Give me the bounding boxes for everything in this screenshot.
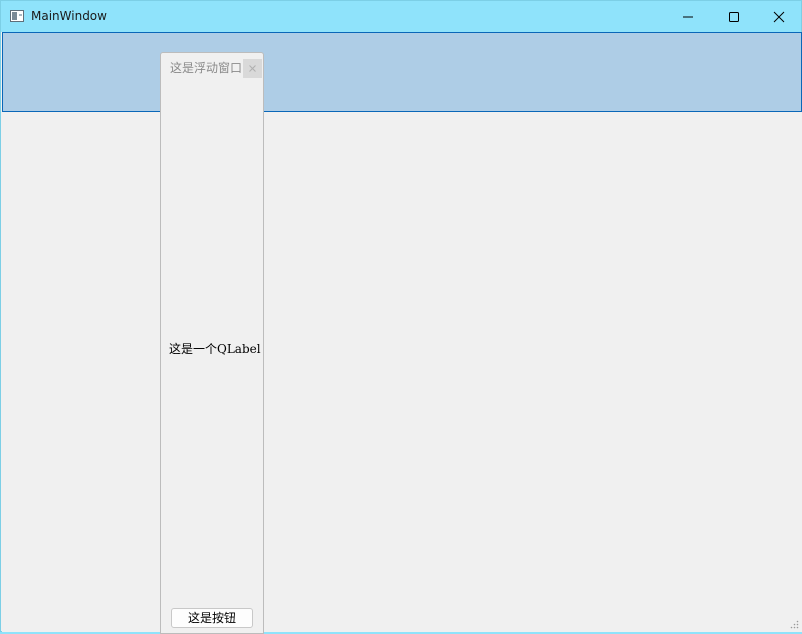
dock-title[interactable]: 这是浮动窗口 bbox=[170, 59, 242, 76]
title-bar[interactable]: MainWindow bbox=[1, 1, 801, 32]
window-title: MainWindow bbox=[31, 9, 107, 23]
close-icon bbox=[773, 11, 785, 23]
central-widget bbox=[2, 112, 802, 632]
app-window-icon bbox=[10, 10, 24, 22]
main-window: MainWindow bbox=[0, 0, 802, 632]
dock-push-button[interactable]: 这是按钮 bbox=[171, 608, 253, 628]
floating-dock-window[interactable]: 这是浮动窗口 这是一个QLabel 这是按钮 bbox=[160, 52, 264, 634]
dock-close-button[interactable] bbox=[243, 59, 262, 78]
size-grip-icon[interactable] bbox=[790, 620, 799, 629]
qlabel-text: 这是一个QLabel bbox=[169, 342, 261, 356]
minimize-icon bbox=[683, 16, 693, 18]
dock-area-top bbox=[2, 32, 802, 112]
close-button[interactable] bbox=[756, 1, 802, 32]
maximize-button[interactable] bbox=[711, 1, 757, 32]
minimize-button[interactable] bbox=[665, 1, 711, 32]
close-icon bbox=[249, 65, 256, 72]
maximize-icon bbox=[729, 12, 739, 22]
